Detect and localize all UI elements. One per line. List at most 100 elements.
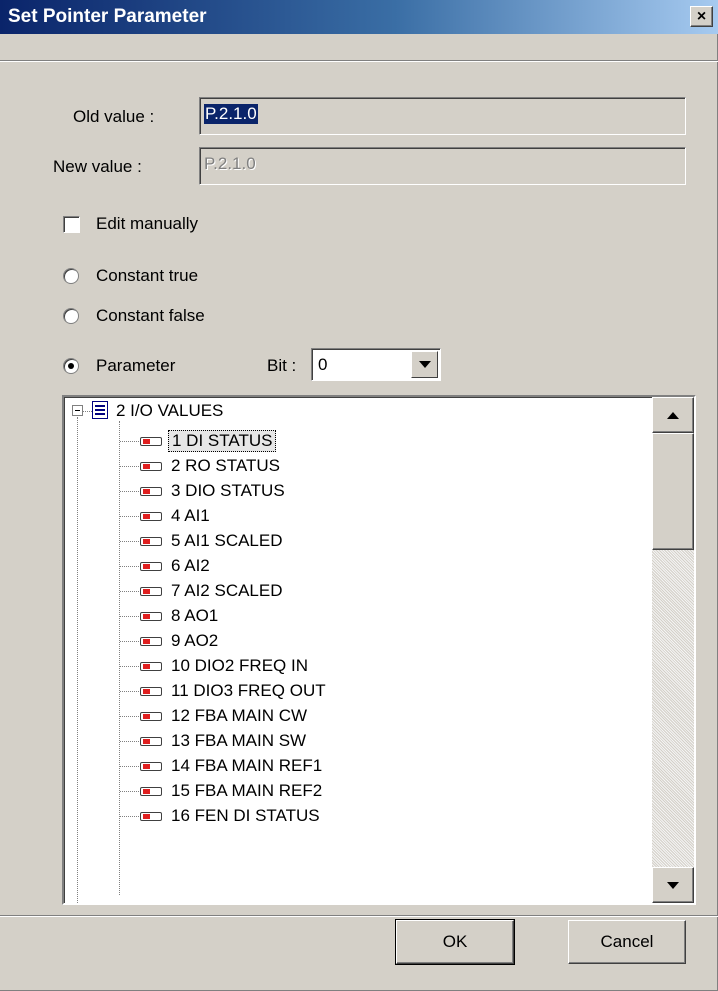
old-value-text: P.2.1.0 [204, 104, 258, 124]
tree-item[interactable]: 1 DI STATUS [64, 430, 652, 453]
parameter-radio[interactable] [63, 358, 79, 374]
tree-item[interactable]: 12 FBA MAIN CW [64, 705, 652, 728]
title-bar[interactable]: Set Pointer Parameter × [0, 0, 718, 34]
tree-line [83, 411, 92, 412]
top-separator [0, 60, 718, 62]
tree-line [120, 516, 139, 517]
tree-item-label: 7 AI2 SCALED [171, 581, 283, 600]
cancel-button[interactable]: Cancel [568, 920, 686, 964]
dialog-title: Set Pointer Parameter [8, 6, 207, 27]
parameter-icon [140, 462, 162, 471]
parameter-group-icon [92, 401, 108, 419]
tree-item-label: 6 AI2 [171, 556, 210, 575]
parameter-icon [140, 762, 162, 771]
tree-item[interactable]: 10 DIO2 FREQ IN [64, 655, 652, 678]
new-value-field: P.2.1.0 [199, 147, 686, 185]
close-button[interactable]: × [690, 6, 713, 27]
chevron-down-icon [418, 361, 431, 368]
tree-item-label: 1 DI STATUS [168, 430, 277, 452]
tree-item[interactable]: 5 AI1 SCALED [64, 530, 652, 553]
tree-item[interactable]: 6 AI2 [64, 555, 652, 578]
tree-line [120, 466, 139, 467]
ok-button[interactable]: OK [395, 919, 515, 965]
tree-line [120, 566, 139, 567]
new-value-text: P.2.1.0 [204, 154, 256, 173]
tree-line [120, 666, 139, 667]
constant-false-label[interactable]: Constant false [96, 306, 205, 326]
collapse-toggle[interactable] [72, 405, 83, 416]
tree-item[interactable]: 9 AO2 [64, 630, 652, 653]
tree-item[interactable]: 3 DIO STATUS [64, 480, 652, 503]
tree-item-label: 14 FBA MAIN REF1 [171, 756, 323, 775]
tree-line [120, 641, 139, 642]
edit-manually-checkbox[interactable] [63, 216, 80, 233]
tree-line [120, 741, 139, 742]
tree-item-label: 13 FBA MAIN SW [171, 731, 307, 750]
set-pointer-parameter-dialog: Set Pointer Parameter × Old value : P.2.… [0, 0, 718, 991]
tree-item-label: 15 FBA MAIN REF2 [171, 781, 323, 800]
parameter-tree[interactable]: 2 I/O VALUES 1 DI STATUS 2 RO STATUS 3 D… [62, 395, 696, 905]
chevron-down-icon [667, 881, 679, 889]
parameter-icon [140, 637, 162, 646]
chevron-up-icon [667, 411, 679, 419]
parameter-icon [140, 537, 162, 546]
tree-item[interactable]: 13 FBA MAIN SW [64, 730, 652, 753]
tree-item[interactable]: 7 AI2 SCALED [64, 580, 652, 603]
tree-item-label: 16 FEN DI STATUS [171, 806, 320, 825]
parameter-icon [140, 512, 162, 521]
tree-line [120, 791, 139, 792]
tree-line [120, 816, 139, 817]
bit-dropdown-button[interactable] [411, 351, 438, 378]
radio-selected-dot [68, 363, 74, 369]
new-value-label: New value : [53, 157, 142, 176]
parameter-icon [140, 562, 162, 571]
tree-item-label: 10 DIO2 FREQ IN [171, 656, 308, 675]
tree-line [120, 766, 139, 767]
tree-line [120, 691, 139, 692]
tree-group-label[interactable]: 2 I/O VALUES [116, 401, 223, 421]
tree-item-label: 9 AO2 [171, 631, 219, 650]
tree-line [120, 716, 139, 717]
ok-button-label: OK [442, 932, 468, 951]
scroll-thumb[interactable] [652, 433, 694, 550]
tree-content: 2 I/O VALUES 1 DI STATUS 2 RO STATUS 3 D… [64, 397, 652, 903]
parameter-icon [140, 812, 162, 821]
parameter-icon [140, 662, 162, 671]
tree-item-label: 5 AI1 SCALED [171, 531, 283, 550]
parameter-icon [140, 587, 162, 596]
constant-false-radio[interactable] [63, 308, 79, 324]
tree-item-label: 11 DIO3 FREQ OUT [171, 681, 326, 700]
old-value-field[interactable]: P.2.1.0 [199, 97, 686, 135]
tree-line [120, 591, 139, 592]
constant-true-radio[interactable] [63, 268, 79, 284]
cancel-button-label: Cancel [600, 932, 654, 951]
constant-true-label[interactable]: Constant true [96, 266, 198, 286]
edit-manually-label[interactable]: Edit manually [96, 214, 198, 234]
tree-line [120, 441, 139, 442]
tree-item-label: 3 DIO STATUS [171, 481, 285, 500]
tree-item[interactable]: 8 AO1 [64, 605, 652, 628]
parameter-label[interactable]: Parameter [96, 356, 175, 376]
tree-item[interactable]: 15 FBA MAIN REF2 [64, 780, 652, 803]
bit-label: Bit : [267, 356, 297, 375]
tree-item[interactable]: 14 FBA MAIN REF1 [64, 755, 652, 778]
tree-line [120, 541, 139, 542]
scroll-down-button[interactable] [652, 867, 694, 903]
tree-item[interactable]: 11 DIO3 FREQ OUT [64, 680, 652, 703]
parameter-icon [140, 487, 162, 496]
tree-item-label: 12 FBA MAIN CW [171, 706, 308, 725]
parameter-icon [140, 737, 162, 746]
tree-item-label: 4 AI1 [171, 506, 210, 525]
parameter-icon [140, 787, 162, 796]
tree-item[interactable]: 2 RO STATUS [64, 455, 652, 478]
tree-item[interactable]: 16 FEN DI STATUS [64, 805, 652, 828]
tree-item[interactable]: 4 AI1 [64, 505, 652, 528]
vertical-scrollbar[interactable] [652, 397, 694, 903]
bit-dropdown[interactable]: 0 [311, 348, 441, 381]
tree-item-label: 2 RO STATUS [171, 456, 280, 475]
parameter-icon [140, 687, 162, 696]
tree-item-label: 8 AO1 [171, 606, 219, 625]
scroll-up-button[interactable] [652, 397, 694, 433]
tree-line [120, 491, 139, 492]
minus-icon [75, 410, 80, 411]
